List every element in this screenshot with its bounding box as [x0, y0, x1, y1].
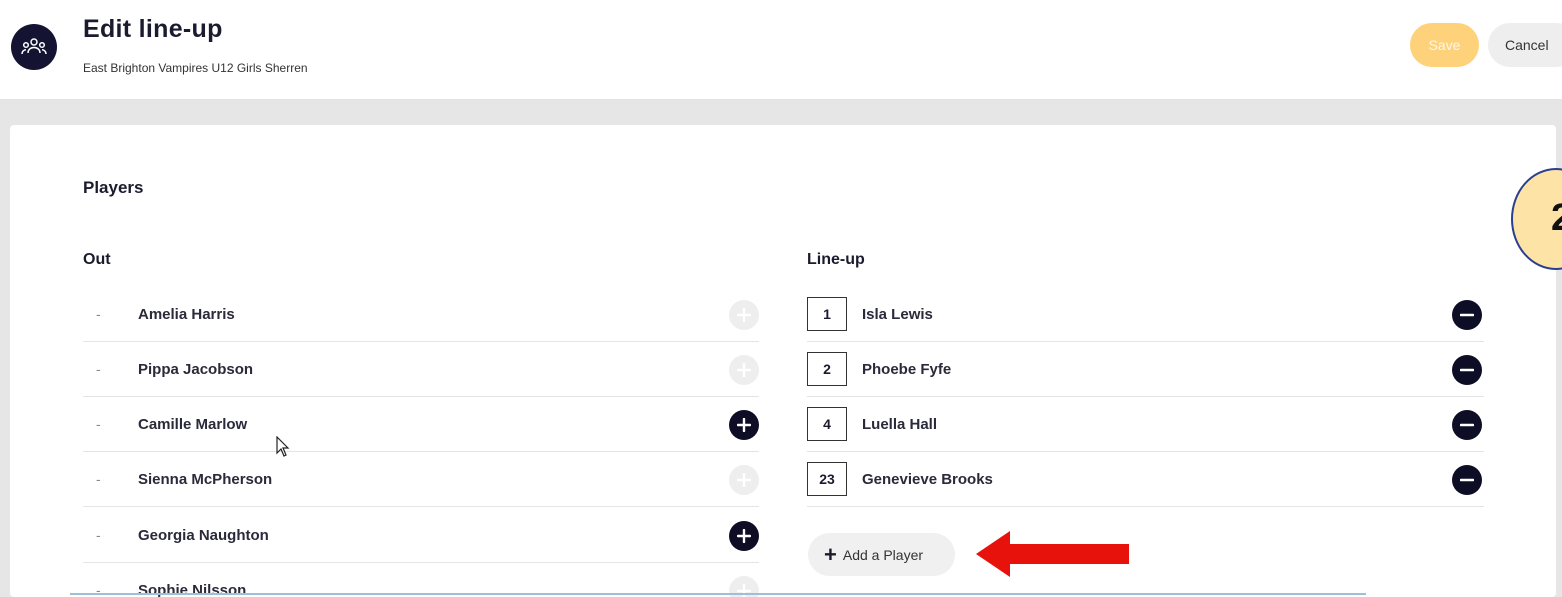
remove-player-button[interactable] — [1452, 355, 1482, 385]
list-item: 4 Luella Hall — [807, 397, 1484, 452]
plus-icon — [737, 363, 751, 377]
annotation-arrow-icon — [976, 531, 1129, 577]
save-button[interactable]: Save — [1410, 23, 1479, 67]
list-item: - Amelia Harris — [83, 287, 759, 342]
player-name: Sienna McPherson — [138, 471, 273, 488]
player-name: Isla Lewis — [862, 306, 933, 323]
list-item: 1 Isla Lewis — [807, 287, 1484, 342]
lineup-heading: Line-up — [807, 251, 865, 268]
list-marker: - — [96, 527, 101, 543]
jersey-number[interactable]: 4 — [807, 407, 847, 441]
team-icon — [11, 24, 57, 70]
list-marker: - — [96, 361, 101, 377]
mouse-cursor-icon — [276, 436, 290, 457]
player-name: Camille Marlow — [138, 416, 248, 433]
player-name: Amelia Harris — [138, 306, 235, 323]
cancel-button[interactable]: Cancel — [1488, 23, 1562, 67]
add-player-button[interactable] — [729, 410, 759, 440]
plus-icon: + — [824, 541, 837, 567]
player-name: Phoebe Fyfe — [862, 361, 952, 378]
plus-icon — [737, 473, 751, 487]
list-marker: - — [96, 306, 101, 322]
add-a-player-label: Add a Player — [842, 546, 924, 563]
list-marker: - — [96, 582, 101, 597]
list-item: - Sophie Nilsson — [83, 563, 759, 597]
add-player-button-disabled[interactable] — [729, 465, 759, 495]
jersey-number[interactable]: 2 — [807, 352, 847, 386]
players-heading: Players — [83, 178, 144, 197]
player-name: Luella Hall — [862, 416, 938, 433]
player-name: Sophie Nilsson — [138, 582, 247, 597]
remove-player-button[interactable] — [1452, 465, 1482, 495]
list-item: - Camille Marlow — [83, 397, 759, 452]
jersey-number[interactable]: 1 — [807, 297, 847, 331]
add-player-button-disabled[interactable] — [729, 355, 759, 385]
player-name: Genevieve Brooks — [862, 471, 993, 488]
list-item: 2 Phoebe Fyfe — [807, 342, 1484, 397]
plus-icon — [737, 418, 751, 432]
scroll-divider — [70, 593, 1366, 595]
player-name: Pippa Jacobson — [138, 361, 254, 378]
plus-icon — [737, 584, 751, 597]
page-title: Edit line-up — [83, 15, 223, 43]
team-name: East Brighton Vampires U12 Girls Sherren — [83, 61, 308, 75]
remove-player-button[interactable] — [1452, 410, 1482, 440]
list-item: - Sienna McPherson — [83, 452, 759, 507]
remove-player-button[interactable] — [1452, 300, 1482, 330]
player-name: Georgia Naughton — [138, 527, 269, 544]
top-bar: Edit line-up East Brighton Vampires U12 … — [0, 0, 1562, 100]
list-item: - Pippa Jacobson — [83, 342, 759, 397]
add-a-player-button[interactable]: + Add a Player — [808, 533, 955, 576]
jersey-number[interactable]: 23 — [807, 462, 847, 496]
minus-icon — [1460, 478, 1474, 482]
add-player-button[interactable] — [729, 521, 759, 551]
minus-icon — [1460, 368, 1474, 372]
plus-icon — [737, 529, 751, 543]
annotation-step-number: 2 — [1551, 197, 1562, 239]
list-item: 23 Genevieve Brooks — [807, 452, 1484, 507]
list-marker: - — [96, 416, 101, 432]
list-marker: - — [96, 471, 101, 487]
add-player-button-disabled[interactable] — [729, 300, 759, 330]
plus-icon — [737, 308, 751, 322]
minus-icon — [1460, 423, 1474, 427]
minus-icon — [1460, 313, 1474, 317]
list-item: - Georgia Naughton — [83, 508, 759, 563]
out-heading: Out — [83, 251, 111, 268]
